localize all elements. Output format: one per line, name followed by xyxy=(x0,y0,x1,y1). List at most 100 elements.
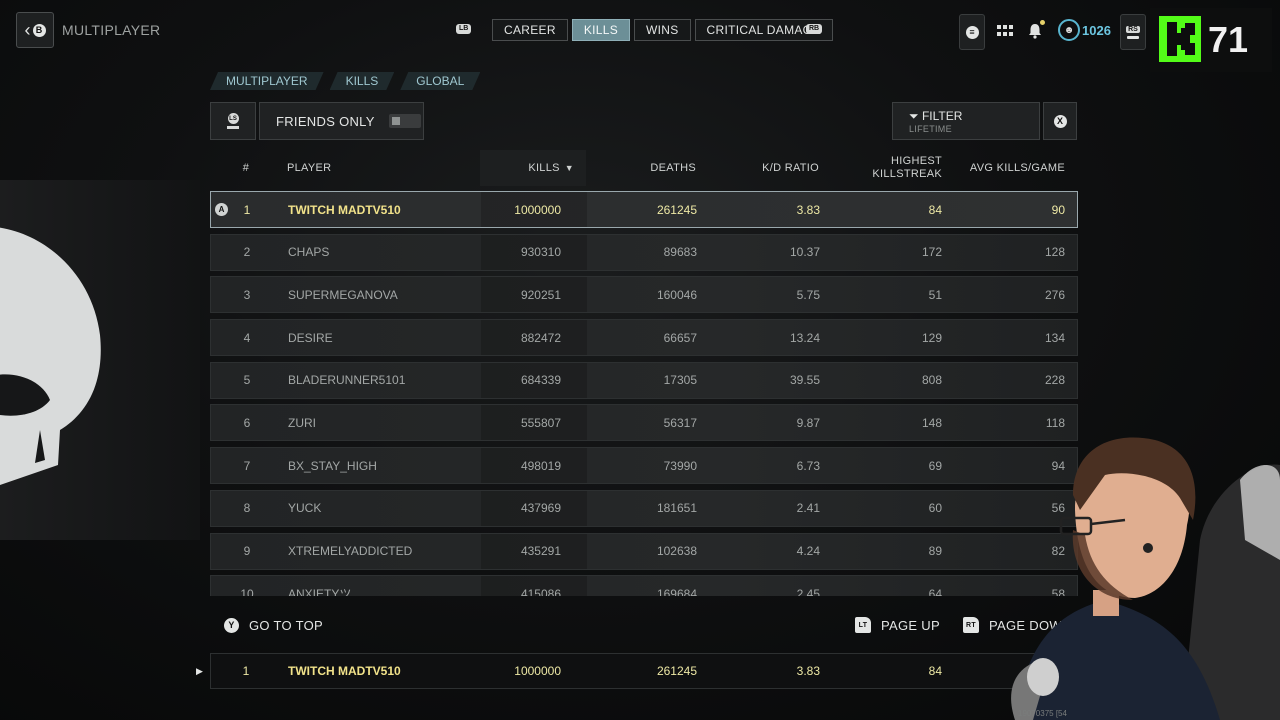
friends-only-toggle[interactable]: FRIENDS ONLY xyxy=(259,102,424,140)
close-button[interactable]: X xyxy=(1043,102,1077,140)
column-kd-ratio[interactable]: K/D RATIO xyxy=(696,150,819,186)
rank-cell: 5 xyxy=(243,373,251,388)
ls-button[interactable]: LS xyxy=(210,102,256,140)
kd-cell: 9.87 xyxy=(796,415,820,430)
tab-wins[interactable]: WINS xyxy=(634,19,691,41)
deaths-cell: 56317 xyxy=(663,415,697,430)
streak-cell: 148 xyxy=(921,415,942,430)
page-up-button[interactable]: LT PAGE UP xyxy=(855,612,940,638)
y-button-icon: Y xyxy=(224,617,239,633)
pinned-streak: 84 xyxy=(928,664,942,678)
deaths-cell: 169684 xyxy=(656,586,697,596)
notification-dot xyxy=(1040,20,1045,25)
streak-cell: 84 xyxy=(928,202,942,217)
kills-cell: 437969 xyxy=(520,501,561,516)
table-row[interactable]: 10 ANXIETYツ 415086 169684 2.45 64 58 xyxy=(210,575,1078,596)
avg-cell: 228 xyxy=(1044,373,1065,388)
back-button[interactable]: ‹ B xyxy=(16,12,54,48)
deaths-cell: 181651 xyxy=(656,501,697,516)
player-cell: XTREMELYADDICTED xyxy=(288,544,413,558)
pinned-rank: 1 xyxy=(242,664,250,678)
page-up-label: PAGE UP xyxy=(881,617,940,633)
table-row[interactable]: 5 BLADERUNNER5101 684339 17305 39.55 808 228 xyxy=(210,361,1078,399)
page-title: MULTIPLAYER xyxy=(62,22,161,38)
table-row[interactable]: 9 XTREMELYADDICTED 435291 102638 4.24 89 82 xyxy=(210,532,1078,570)
rank-cell: 6 xyxy=(243,415,251,430)
webcam-caption: 19070375 [54 xyxy=(1018,709,1067,718)
column-kills[interactable]: KILLS ▼ xyxy=(480,150,586,186)
rs-bar xyxy=(1127,35,1139,39)
toggle-knob xyxy=(391,117,400,125)
avg-cell: 90 xyxy=(1051,202,1065,217)
toggle-switch[interactable] xyxy=(388,114,421,128)
player-cell: TWITCH MADTV510 xyxy=(288,202,401,217)
breadcrumb-global[interactable]: GLOBAL xyxy=(400,72,480,90)
pinned-deaths: 261245 xyxy=(656,664,697,678)
stat-tabs: CAREER KILLS WINS CRITICAL DAMAGE xyxy=(492,19,833,41)
table-row[interactable]: 2 CHAPS 930310 89683 10.37 172 128 xyxy=(210,233,1078,271)
lt-trigger-icon: LT xyxy=(855,617,871,633)
column-deaths[interactable]: DEATHS xyxy=(586,150,696,186)
table-row[interactable]: 3 SUPERMEGANOVA 920251 160046 5.75 51 276 xyxy=(210,276,1078,314)
current-player-arrow-icon: ▶ xyxy=(196,666,203,676)
kills-cell: 920251 xyxy=(520,287,561,302)
table-row[interactable]: 7 BX_STAY_HIGH 498019 73990 6.73 69 94 xyxy=(210,447,1078,485)
kd-cell: 3.83 xyxy=(796,202,820,217)
deaths-cell: 261245 xyxy=(656,202,697,217)
kd-cell: 10.37 xyxy=(789,245,820,260)
column-player: PLAYER xyxy=(287,162,332,174)
x-button-icon: X xyxy=(1053,114,1067,128)
filter-button[interactable]: ⏷ FILTER LIFETIME xyxy=(892,102,1040,140)
table-row[interactable]: A 1 TWITCH MADTV510 1000000 261245 3.83 84 90 xyxy=(210,191,1078,228)
tab-career[interactable]: CAREER xyxy=(492,19,568,41)
cod-points-amount: 1026 xyxy=(1082,22,1111,38)
leaderboard-list: A 1 TWITCH MADTV510 1000000 261245 3.83 84 90 2 C… xyxy=(210,191,1078,596)
column-streak-line2: KILLSTREAK xyxy=(872,168,942,180)
kd-cell: 4.24 xyxy=(796,544,820,558)
pinned-kd: 3.83 xyxy=(796,664,820,678)
deaths-cell: 73990 xyxy=(663,458,697,473)
breadcrumb-kills[interactable]: KILLS xyxy=(330,72,395,90)
player-cell: BLADERUNNER5101 xyxy=(288,373,406,388)
kills-cell: 882472 xyxy=(520,330,561,345)
ls-stick-icon: LS xyxy=(227,113,239,124)
sort-desc-icon: ▼ xyxy=(564,163,574,173)
player-cell: YUCK xyxy=(288,501,322,516)
table-row[interactable]: 4 DESIRE 882472 66657 13.24 129 134 xyxy=(210,319,1078,357)
kd-cell: 13.24 xyxy=(789,330,820,345)
kd-cell: 2.45 xyxy=(796,586,820,596)
cod-points-icon: ☻ xyxy=(1058,19,1080,41)
rs-button[interactable]: RS xyxy=(1120,14,1146,50)
tab-kills[interactable]: KILLS xyxy=(571,19,631,41)
streak-cell: 51 xyxy=(928,287,942,302)
column-highest-killstreak[interactable]: HIGHEST KILLSTREAK xyxy=(819,150,942,186)
table-header: # PLAYER KILLS ▼ DEATHS K/D RATIO HIGHES… xyxy=(210,150,1078,186)
kills-cell: 684339 xyxy=(520,373,561,388)
kills-cell: 415086 xyxy=(520,586,561,596)
deaths-cell: 17305 xyxy=(663,373,697,388)
kills-cell: 498019 xyxy=(520,458,561,473)
grid-icon[interactable] xyxy=(994,14,1016,48)
skull-emblem-icon xyxy=(0,227,101,485)
go-to-top-button[interactable]: Y GO TO TOP xyxy=(224,612,323,638)
kd-cell: 5.75 xyxy=(796,287,820,302)
deaths-cell: 102638 xyxy=(656,544,697,558)
lb-bumper-icon: LB xyxy=(456,24,472,34)
table-row[interactable]: 8 YUCK 437969 181651 2.41 60 56 xyxy=(210,489,1078,527)
column-avg-kills[interactable]: AVG KILLS/GAME xyxy=(942,150,1065,186)
player-cell: BX_STAY_HIGH xyxy=(288,458,377,473)
rank-cell: 7 xyxy=(243,458,251,473)
breadcrumb-multiplayer[interactable]: MULTIPLAYER xyxy=(210,72,324,90)
deaths-cell: 89683 xyxy=(663,245,697,260)
filter-icon: ⏷ xyxy=(909,109,922,123)
filter-value: LIFETIME xyxy=(909,124,952,134)
kills-cell: 1000000 xyxy=(514,202,561,217)
cod-points[interactable]: ☻ 1026 xyxy=(1058,19,1111,41)
column-streak-line1: HIGHEST xyxy=(891,155,942,167)
table-row[interactable]: 6 ZURI 555807 56317 9.87 148 118 xyxy=(210,404,1078,442)
rank-cell: 1 xyxy=(243,202,251,217)
menu-button[interactable]: ≡ xyxy=(959,14,985,50)
kills-cell: 435291 xyxy=(520,544,561,558)
pinned-player-row[interactable]: 1 TWITCH MADTV510 1000000 261245 3.83 84 xyxy=(210,653,1078,689)
kd-cell: 2.41 xyxy=(796,501,820,516)
